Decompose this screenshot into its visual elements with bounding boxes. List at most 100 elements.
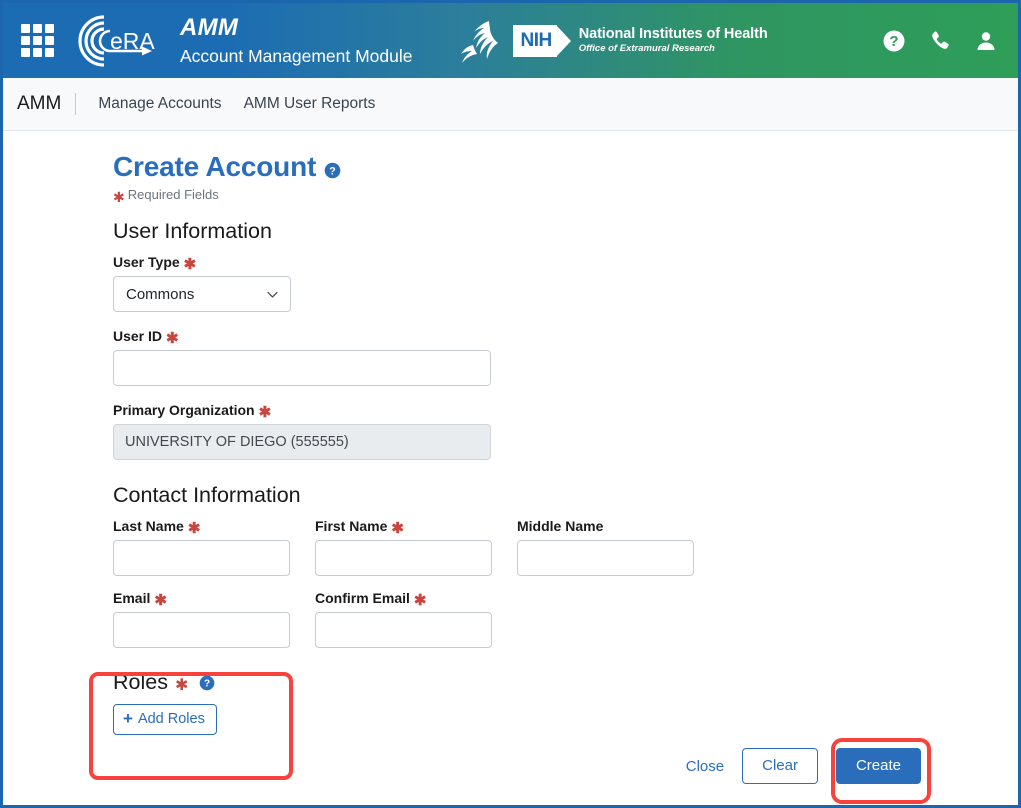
section-heading-user-information: User Information xyxy=(113,219,272,243)
primary-organization-value: UNIVERSITY OF DIEGO (555555) xyxy=(113,424,491,460)
plus-icon: + xyxy=(123,709,133,728)
app-full-name: Account Management Module xyxy=(180,45,413,66)
main-content: Create Account ? ✱ Required Fields User … xyxy=(3,131,1018,735)
label-text: User ID xyxy=(113,328,163,344)
contact-name-row: Last Name ✱ First Name ✱ Middle Name xyxy=(113,518,1018,576)
grid-cell xyxy=(45,24,54,33)
label-text: Confirm Email xyxy=(315,590,410,606)
roles-heading-text: Roles xyxy=(113,670,168,694)
nav-item-amm-user-reports[interactable]: AMM User Reports xyxy=(244,93,376,115)
header-action-icons: ? xyxy=(882,29,998,53)
field-group-primary-organization: Primary Organization ✱ UNIVERSITY OF DIE… xyxy=(113,402,1018,460)
field-group-first-name: First Name ✱ xyxy=(315,518,492,576)
email-row-spacer xyxy=(517,590,694,648)
email-input[interactable] xyxy=(113,612,290,648)
section-heading-contact-information: Contact Information xyxy=(113,483,301,507)
grid-cell xyxy=(21,24,30,33)
field-group-confirm-email: Confirm Email ✱ xyxy=(315,590,492,648)
grid-cell xyxy=(21,36,30,45)
field-group-middle-name: Middle Name xyxy=(517,518,694,576)
section-heading-roles: Roles ✱ ? xyxy=(113,670,263,695)
label-text: Last Name xyxy=(113,518,184,534)
hhs-seal-icon xyxy=(460,20,498,63)
grid-cell xyxy=(33,24,42,33)
add-roles-label: Add Roles xyxy=(137,711,205,728)
user-type-selected-value: Commons xyxy=(126,285,195,303)
phone-icon[interactable] xyxy=(928,29,952,53)
label-text: Primary Organization xyxy=(113,402,255,418)
svg-text:?: ? xyxy=(329,165,335,177)
field-group-email: Email ✱ xyxy=(113,590,290,648)
main-navigation: AMM Manage Accounts AMM User Reports xyxy=(3,78,1018,131)
label-text: First Name xyxy=(315,518,388,534)
nih-badge: NIH xyxy=(512,24,557,57)
nih-arrow-shape xyxy=(555,24,571,57)
page-title-row: Create Account ? xyxy=(113,151,1018,183)
required-marker: ✱ xyxy=(391,519,404,537)
required-marker: ✱ xyxy=(187,519,201,537)
grid-cell xyxy=(21,48,30,57)
chevron-down-icon xyxy=(267,291,278,298)
svg-text:?: ? xyxy=(204,678,210,689)
field-group-user-id: User ID ✱ xyxy=(113,328,1018,386)
add-roles-button[interactable]: + Add Roles xyxy=(113,704,217,735)
required-marker: ✱ xyxy=(258,403,272,421)
form-action-bar: Close Clear Create xyxy=(686,748,921,784)
label-middle-name: Middle Name xyxy=(517,518,694,534)
app-header: eRA AMM Account Management Module NIH Na… xyxy=(3,3,1018,78)
nih-logo: NIH National Institutes of Health Office… xyxy=(512,24,768,57)
help-circle-icon[interactable]: ? xyxy=(199,675,215,691)
user-id-input[interactable] xyxy=(113,350,491,386)
required-fields-label: Required Fields xyxy=(127,187,219,202)
required-fields-note: ✱ Required Fields xyxy=(113,187,1018,205)
grid-cell xyxy=(33,36,42,45)
era-logo-icon[interactable]: eRA xyxy=(74,12,158,70)
label-user-id: User ID ✱ xyxy=(113,328,1018,347)
clear-button[interactable]: Clear xyxy=(742,748,818,784)
grid-cell xyxy=(45,48,54,57)
required-marker: ✱ xyxy=(166,329,179,347)
required-marker: ✱ xyxy=(113,188,125,205)
label-confirm-email: Confirm Email ✱ xyxy=(315,590,492,609)
label-last-name: Last Name ✱ xyxy=(113,518,290,537)
label-primary-organization: Primary Organization ✱ xyxy=(113,402,1018,421)
page-title: Create Account xyxy=(113,151,317,182)
required-marker: ✱ xyxy=(183,255,197,273)
help-icon[interactable]: ? xyxy=(882,29,906,53)
help-circle-icon[interactable]: ? xyxy=(324,162,341,179)
field-group-user-type: User Type ✱ Commons xyxy=(113,254,1018,312)
roles-section: Roles ✱ ? + Add Roles xyxy=(113,670,263,735)
label-user-type: User Type ✱ xyxy=(113,254,1018,273)
nih-agency-name: National Institutes of Health xyxy=(578,26,768,43)
required-marker: ✱ xyxy=(174,676,189,694)
svg-text:?: ? xyxy=(889,33,898,50)
confirm-email-input[interactable] xyxy=(315,612,492,648)
label-text: Email xyxy=(113,590,151,606)
app-grid-icon[interactable] xyxy=(21,24,54,57)
app-title-block: AMM Account Management Module xyxy=(180,14,413,66)
grid-cell xyxy=(33,48,42,57)
application-window: eRA AMM Account Management Module NIH Na… xyxy=(0,0,1021,808)
nav-item-manage-accounts[interactable]: Manage Accounts xyxy=(98,93,221,115)
label-email: Email ✱ xyxy=(113,590,290,609)
svg-text:eRA: eRA xyxy=(110,28,155,54)
nav-brand-amm[interactable]: AMM xyxy=(17,93,77,115)
user-icon[interactable] xyxy=(974,29,998,53)
label-text: Middle Name xyxy=(517,518,604,534)
close-button[interactable]: Close xyxy=(686,758,724,775)
required-marker: ✱ xyxy=(413,591,427,609)
field-group-last-name: Last Name ✱ xyxy=(113,518,290,576)
last-name-input[interactable] xyxy=(113,540,290,576)
required-marker: ✱ xyxy=(154,591,167,609)
label-first-name: First Name ✱ xyxy=(315,518,492,537)
nih-text-block: National Institutes of Health Office of … xyxy=(579,26,768,55)
create-button[interactable]: Create xyxy=(835,748,921,784)
user-type-select[interactable]: Commons xyxy=(113,276,291,312)
grid-cell xyxy=(45,36,54,45)
contact-email-row: Email ✱ Confirm Email ✱ xyxy=(113,590,1018,648)
nih-office-name: Office of Extramural Research xyxy=(578,42,715,54)
label-text: User Type xyxy=(113,254,180,270)
app-abbreviation: AMM xyxy=(180,14,239,42)
first-name-input[interactable] xyxy=(315,540,492,576)
middle-name-input[interactable] xyxy=(517,540,694,576)
